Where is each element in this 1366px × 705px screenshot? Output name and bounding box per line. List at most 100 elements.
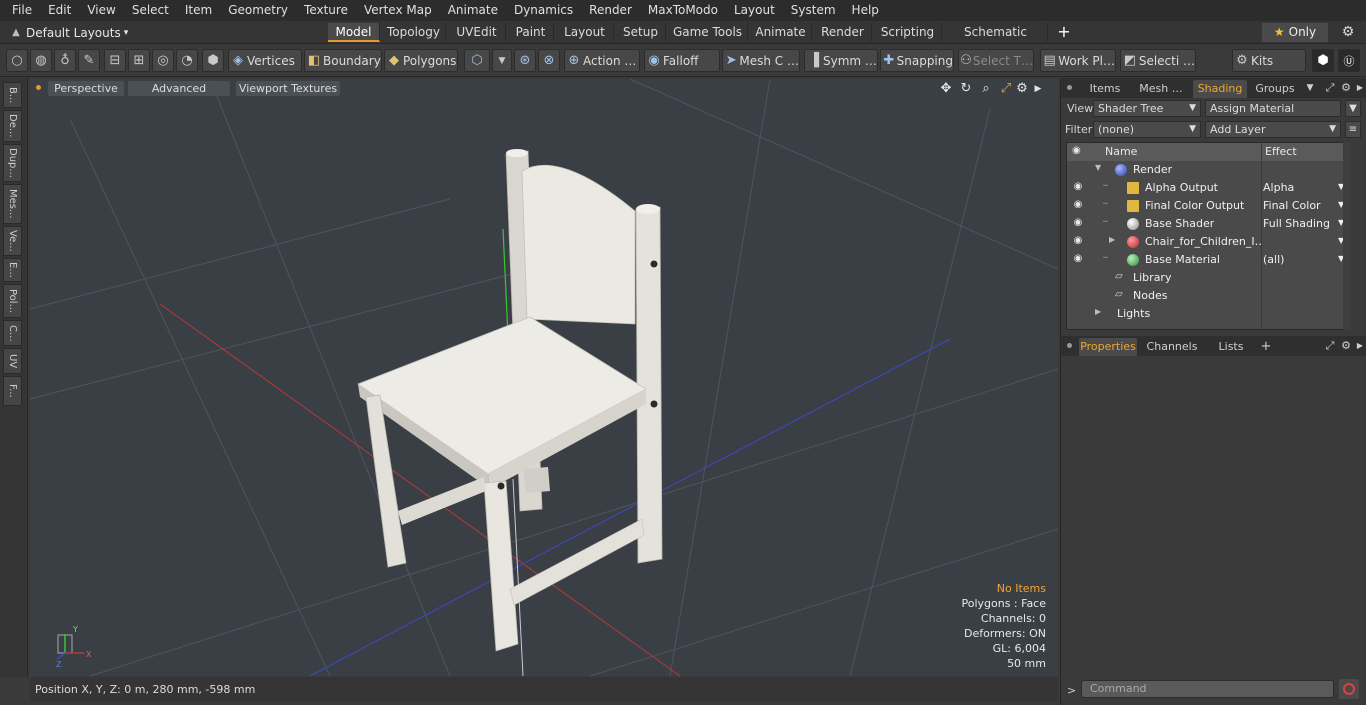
- tab-lists[interactable]: Lists: [1211, 338, 1251, 356]
- symmetry-button[interactable]: ▐ Symm …: [804, 49, 878, 72]
- work-plane-button[interactable]: ▤ Work Pl…: [1040, 49, 1116, 72]
- shader-tree-scrollbar[interactable]: [1343, 142, 1351, 330]
- left-tab-uv[interactable]: UV: [3, 348, 22, 374]
- left-tab-fusion[interactable]: F...: [3, 376, 22, 406]
- center-button[interactable]: ◎: [152, 49, 174, 72]
- menu-edit[interactable]: Edit: [40, 0, 79, 21]
- unreal-button[interactable]: Ⓤ: [1338, 49, 1360, 72]
- viewport-scene[interactable]: Y X Z: [30, 79, 1058, 676]
- collapsed-arrow-icon[interactable]: ▶: [1109, 235, 1115, 244]
- rotate-button[interactable]: ◔: [176, 49, 198, 72]
- tab-game-tools[interactable]: Game Tools: [668, 23, 748, 42]
- funnel-icon[interactable]: ▼: [1345, 100, 1361, 117]
- tree-row-effect[interactable]: (all): [1263, 253, 1284, 266]
- left-tab-duplicate[interactable]: Dup...: [3, 144, 22, 182]
- left-tab-curve[interactable]: C...: [3, 320, 22, 346]
- menu-geometry[interactable]: Geometry: [220, 0, 296, 21]
- viewport-menu-arrow-icon[interactable]: ▶: [1030, 81, 1046, 97]
- effect-column-header[interactable]: Effect: [1265, 145, 1297, 158]
- vertices-button[interactable]: ◈ Vertices: [228, 49, 302, 72]
- eye-icon[interactable]: ◉: [1071, 235, 1085, 246]
- tree-row-alpha-output[interactable]: ◉ ┄ Alpha Output Alpha ▼: [1067, 179, 1348, 197]
- tab-uvedit[interactable]: UVEdit: [448, 23, 506, 42]
- gear-icon[interactable]: ⚙: [1339, 80, 1353, 96]
- panel-dot-icon[interactable]: [1067, 85, 1072, 90]
- viewport-active-dot[interactable]: [36, 85, 41, 90]
- polygons-button[interactable]: ◆ Polygons: [384, 49, 458, 72]
- tree-row-library[interactable]: ▱ Library: [1067, 269, 1348, 287]
- assign-material-button[interactable]: Assign Material: [1205, 100, 1341, 117]
- left-tab-deform[interactable]: De...: [3, 110, 22, 142]
- eye-icon[interactable]: ◉: [1071, 253, 1085, 264]
- menu-select[interactable]: Select: [124, 0, 177, 21]
- gear-icon[interactable]: ⚙: [1338, 23, 1358, 42]
- snapping-button[interactable]: ✚ Snapping: [880, 49, 954, 72]
- menu-system[interactable]: System: [783, 0, 844, 21]
- tree-row-nodes[interactable]: ▱ Nodes: [1067, 287, 1348, 305]
- align-button[interactable]: ⊟: [104, 49, 126, 72]
- list-options-icon[interactable]: ≡: [1345, 121, 1361, 138]
- globe-button[interactable]: ◍: [30, 49, 52, 72]
- left-tab-mesh-edit[interactable]: Mes...: [3, 184, 22, 224]
- tab-setup[interactable]: Setup: [616, 23, 666, 42]
- maximize-icon[interactable]: ⤢: [1323, 338, 1337, 354]
- viewport-gear-icon[interactable]: ⚙: [1014, 81, 1030, 97]
- boundary-button[interactable]: ◧ Boundary: [304, 49, 382, 72]
- tab-groups[interactable]: Groups: [1255, 80, 1295, 98]
- chair-model[interactable]: [357, 149, 663, 652]
- symmetry-alt-button[interactable]: ⊗: [538, 49, 560, 72]
- gear-icon[interactable]: ⚙: [1339, 338, 1353, 354]
- tab-shading[interactable]: Shading: [1193, 80, 1247, 98]
- select-circle-button[interactable]: ○: [6, 49, 28, 72]
- tab-topology[interactable]: Topology: [382, 23, 446, 42]
- tree-row-effect[interactable]: Final Color: [1263, 199, 1321, 212]
- up-arrow-icon[interactable]: ▲: [6, 27, 26, 38]
- tab-properties[interactable]: Properties: [1079, 338, 1137, 356]
- layout-selector[interactable]: ▲ Default Layouts ▾: [6, 23, 128, 42]
- eye-column-icon[interactable]: ◉: [1072, 145, 1081, 156]
- tab-layout[interactable]: Layout: [556, 23, 614, 42]
- tab-schematic-fusion[interactable]: Schematic Fusion: [944, 23, 1048, 58]
- menu-layout[interactable]: Layout: [726, 0, 783, 21]
- 3d-viewport[interactable]: Y X Z Perspective Advanced Viewport Text…: [30, 79, 1058, 676]
- select-through-button[interactable]: ⚇ Select T…: [958, 49, 1034, 72]
- menu-maxtomodo[interactable]: MaxToModo: [640, 0, 726, 21]
- tab-paint[interactable]: Paint: [508, 23, 554, 42]
- item-mode-button[interactable]: ⬢: [202, 49, 224, 72]
- panel-arrow-icon[interactable]: ▶: [1353, 80, 1366, 96]
- action-center-button[interactable]: ⊕ Action …: [564, 49, 640, 72]
- tree-row-final-color-output[interactable]: ◉ ┄ Final Color Output Final Color ▼: [1067, 197, 1348, 215]
- add-tab-button[interactable]: +: [1056, 23, 1072, 42]
- tab-scripting[interactable]: Scripting: [874, 23, 942, 42]
- collapsed-arrow-icon[interactable]: ▶: [1095, 307, 1101, 316]
- menu-render[interactable]: Render: [581, 0, 640, 21]
- command-history-button[interactable]: [1339, 679, 1359, 699]
- perspective-button[interactable]: Perspective: [48, 81, 124, 96]
- kits-button[interactable]: ⚙ Kits: [1232, 49, 1306, 72]
- tree-row-base-material[interactable]: ◉ ┄ Base Material (all) ▼: [1067, 251, 1348, 269]
- chevron-down-icon[interactable]: ▼: [1303, 80, 1317, 96]
- menu-item[interactable]: Item: [177, 0, 220, 21]
- pan-icon[interactable]: ✥: [938, 81, 954, 97]
- left-tab-vertex[interactable]: Ve...: [3, 226, 22, 256]
- view-select[interactable]: Shader Tree ▼: [1093, 100, 1201, 117]
- transform-button[interactable]: ⊞: [128, 49, 150, 72]
- falloff-button[interactable]: ◉ Falloff: [644, 49, 720, 72]
- maximize-icon[interactable]: ⤢: [1323, 80, 1337, 96]
- menu-help[interactable]: Help: [844, 0, 887, 21]
- tree-row-effect[interactable]: Alpha: [1263, 181, 1294, 194]
- tab-render[interactable]: Render: [814, 23, 872, 42]
- menu-dynamics[interactable]: Dynamics: [506, 0, 581, 21]
- only-button[interactable]: ★ Only: [1262, 23, 1328, 42]
- eye-icon[interactable]: ◉: [1071, 181, 1085, 192]
- tab-channels[interactable]: Channels: [1145, 338, 1199, 356]
- material-dropdown[interactable]: ▼: [492, 49, 512, 72]
- tab-animate[interactable]: Animate: [750, 23, 812, 42]
- advanced-shading-button[interactable]: Advanced: [128, 81, 230, 96]
- material-mode-button[interactable]: ⬡: [464, 49, 490, 72]
- selection-sets-button[interactable]: ◩ Selecti …: [1120, 49, 1196, 72]
- menu-file[interactable]: File: [4, 0, 40, 21]
- command-input[interactable]: Command: [1081, 680, 1334, 698]
- panel-arrow-icon[interactable]: ▶: [1353, 338, 1366, 354]
- add-tab-button[interactable]: +: [1259, 338, 1273, 356]
